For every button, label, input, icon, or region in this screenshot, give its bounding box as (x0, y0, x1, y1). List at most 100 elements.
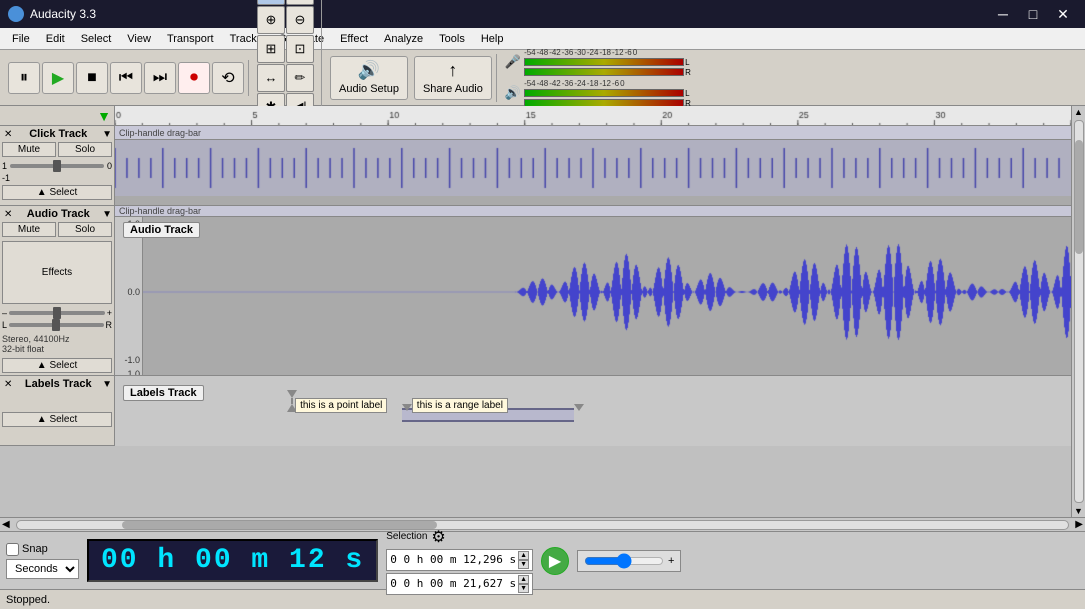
loop-button[interactable]: ⟲ (212, 62, 244, 94)
scale-m1-0: -1.0 (115, 355, 140, 365)
units-select[interactable]: Seconds (6, 559, 79, 579)
click-track-close[interactable]: ✕ (2, 129, 14, 140)
click-track-solo[interactable]: Solo (58, 142, 112, 157)
audio-track-solo[interactable]: Solo (58, 222, 112, 237)
sel-end-down[interactable]: ▼ (518, 584, 529, 593)
sel-start-up[interactable]: ▲ (518, 551, 529, 560)
labels-track-name: Labels Track (14, 378, 102, 390)
snap-check: Snap (6, 543, 79, 556)
hscroll-thumb[interactable] (122, 521, 437, 529)
snap-label: Snap (22, 543, 48, 555)
zoom-select-button[interactable]: ⊞ (257, 35, 285, 63)
zoom-reset-button[interactable]: ↔ (257, 64, 285, 92)
envelope-tool-button[interactable]: ⤢ (286, 0, 314, 5)
click-track-mute[interactable]: Mute (2, 142, 56, 157)
bottombar: Snap Seconds 00 h 00 m 12 s Selection ⚙ … (0, 531, 1085, 589)
record-button[interactable]: ⏺ (178, 62, 210, 94)
selection-label: Selection (386, 531, 427, 542)
menu-effect[interactable]: Effect (332, 31, 376, 47)
audio-waveform-container: Audio Track 1.0 0.0 -1.0 (115, 217, 1071, 375)
audio-track-info: Stereo, 44100Hz32-bit float (2, 334, 112, 354)
draw-tool-button[interactable]: ✏ (286, 64, 314, 92)
menu-file[interactable]: File (4, 31, 38, 47)
audio-clip-handle: Clip-handle drag-bar (115, 206, 1071, 217)
playback-play-button[interactable]: ▶ (541, 547, 569, 575)
audio-track-pan-slider[interactable] (9, 323, 103, 327)
audio-track-gain: – + (2, 308, 112, 318)
audio-track-name: Audio Track (14, 208, 102, 220)
ruler-canvas (115, 106, 1071, 125)
labels-clip-label: Labels Track (123, 385, 204, 401)
tracks-area: ▼ ✕ Click Track ▼ Mute Solo (0, 106, 1071, 517)
labels-track-select[interactable]: ▲ Select (2, 412, 112, 427)
vscroll-up[interactable]: ▲ (1073, 106, 1084, 118)
audio-track-mute[interactable]: Mute (2, 222, 56, 237)
audio-track-gain-slider[interactable] (9, 311, 105, 315)
selection-section: Selection ⚙ 0 0 h 00 m 12,296 s ▲ ▼ 0 0 … (386, 527, 533, 595)
click-track-select[interactable]: ▲ Select (2, 185, 112, 200)
skip-end-button[interactable]: ⏭ (144, 62, 176, 94)
snap-checkbox[interactable] (6, 543, 19, 556)
audio-track-arrow[interactable]: ▼ (102, 209, 112, 220)
track-row-labels: ✕ Labels Track ▼ ▲ Select Labels Track (0, 376, 1071, 446)
labels-track-arrow[interactable]: ▼ (102, 379, 112, 390)
label-text-1: this is a point label (300, 400, 382, 411)
bscale-1-0: 1.0 (115, 369, 140, 375)
sel-start-box: 0 0 h 00 m 12,296 s ▲ ▼ (386, 549, 533, 571)
audio-waveform-bottom (143, 367, 1071, 375)
menu-transport[interactable]: Transport (159, 31, 222, 47)
stop-button[interactable]: ■ (76, 62, 108, 94)
vscroll-down[interactable]: ▼ (1073, 505, 1084, 517)
menu-select[interactable]: Select (73, 31, 120, 47)
play-button[interactable]: ▶ (42, 62, 74, 94)
click-track-gain: 1 0 (2, 161, 112, 171)
menu-tools[interactable]: Tools (431, 31, 473, 47)
click-track-arrow[interactable]: ▼ (102, 129, 112, 140)
pause-button[interactable]: ⏸ (8, 62, 40, 94)
snap-section: Snap Seconds (6, 543, 79, 579)
audio-setup-button[interactable]: 🔊 Audio Setup (330, 56, 408, 100)
speed-slider[interactable] (584, 553, 664, 569)
menu-analyze[interactable]: Analyze (376, 31, 431, 47)
menu-view[interactable]: View (119, 31, 159, 47)
audio-waveform-top (143, 217, 1071, 367)
share-audio-button[interactable]: ↑ Share Audio (414, 56, 492, 100)
hscroll-left[interactable]: ◀ (0, 519, 12, 530)
labels-track-close[interactable]: ✕ (2, 379, 14, 390)
sel-end-up[interactable]: ▲ (518, 575, 529, 584)
statusbar: Stopped. (0, 589, 1085, 609)
horizontal-scrollbar: ◀ ▶ (0, 517, 1085, 531)
select-tool-button[interactable]: ↗ (257, 0, 285, 5)
range-start-marker (402, 404, 412, 411)
labels-track-header: ✕ Labels Track ▼ (2, 378, 112, 390)
minimize-button[interactable]: ─ (989, 3, 1017, 25)
hscroll-right[interactable]: ▶ (1073, 519, 1085, 530)
sel-start-down[interactable]: ▼ (518, 560, 529, 569)
maximize-button[interactable]: □ (1019, 3, 1047, 25)
audio-track-effects[interactable]: Effects (2, 241, 112, 304)
click-track-gain-slider[interactable] (10, 164, 104, 168)
zoom-out-button[interactable]: ⊖ (286, 6, 314, 34)
vscroll-thumb[interactable] (1075, 140, 1083, 254)
audio-track-close[interactable]: ✕ (2, 209, 14, 220)
zoom-in-button[interactable]: ⊕ (257, 6, 285, 34)
sel-end-box: 0 0 h 00 m 21,627 s ▲ ▼ (386, 573, 533, 595)
ruler-left: ▼ (0, 106, 115, 125)
gain-plus-label: + (107, 308, 112, 318)
click-clip-handle: Clip-handle drag-bar (115, 126, 1071, 140)
close-button[interactable]: ✕ (1049, 3, 1077, 25)
gear-icon[interactable]: ⚙ (431, 527, 445, 547)
zoom-fit-button[interactable]: ⊡ (286, 35, 314, 63)
sel-end-spin: ▲ ▼ (518, 575, 529, 593)
menu-help[interactable]: Help (473, 31, 512, 47)
vscroll-track (1074, 120, 1084, 503)
gain-minus-label: – (2, 308, 7, 318)
skip-start-button[interactable]: ⏮ (110, 62, 142, 94)
app-icon (8, 6, 24, 22)
menu-edit[interactable]: Edit (38, 31, 73, 47)
audio-track-select[interactable]: ▲ Select (2, 358, 112, 373)
share-audio-label: Share Audio (423, 83, 483, 95)
top-scale: 1.0 0.0 -1.0 (115, 217, 143, 367)
label-marker-down-1 (287, 390, 297, 398)
audio-track-pan: L R (2, 320, 112, 330)
